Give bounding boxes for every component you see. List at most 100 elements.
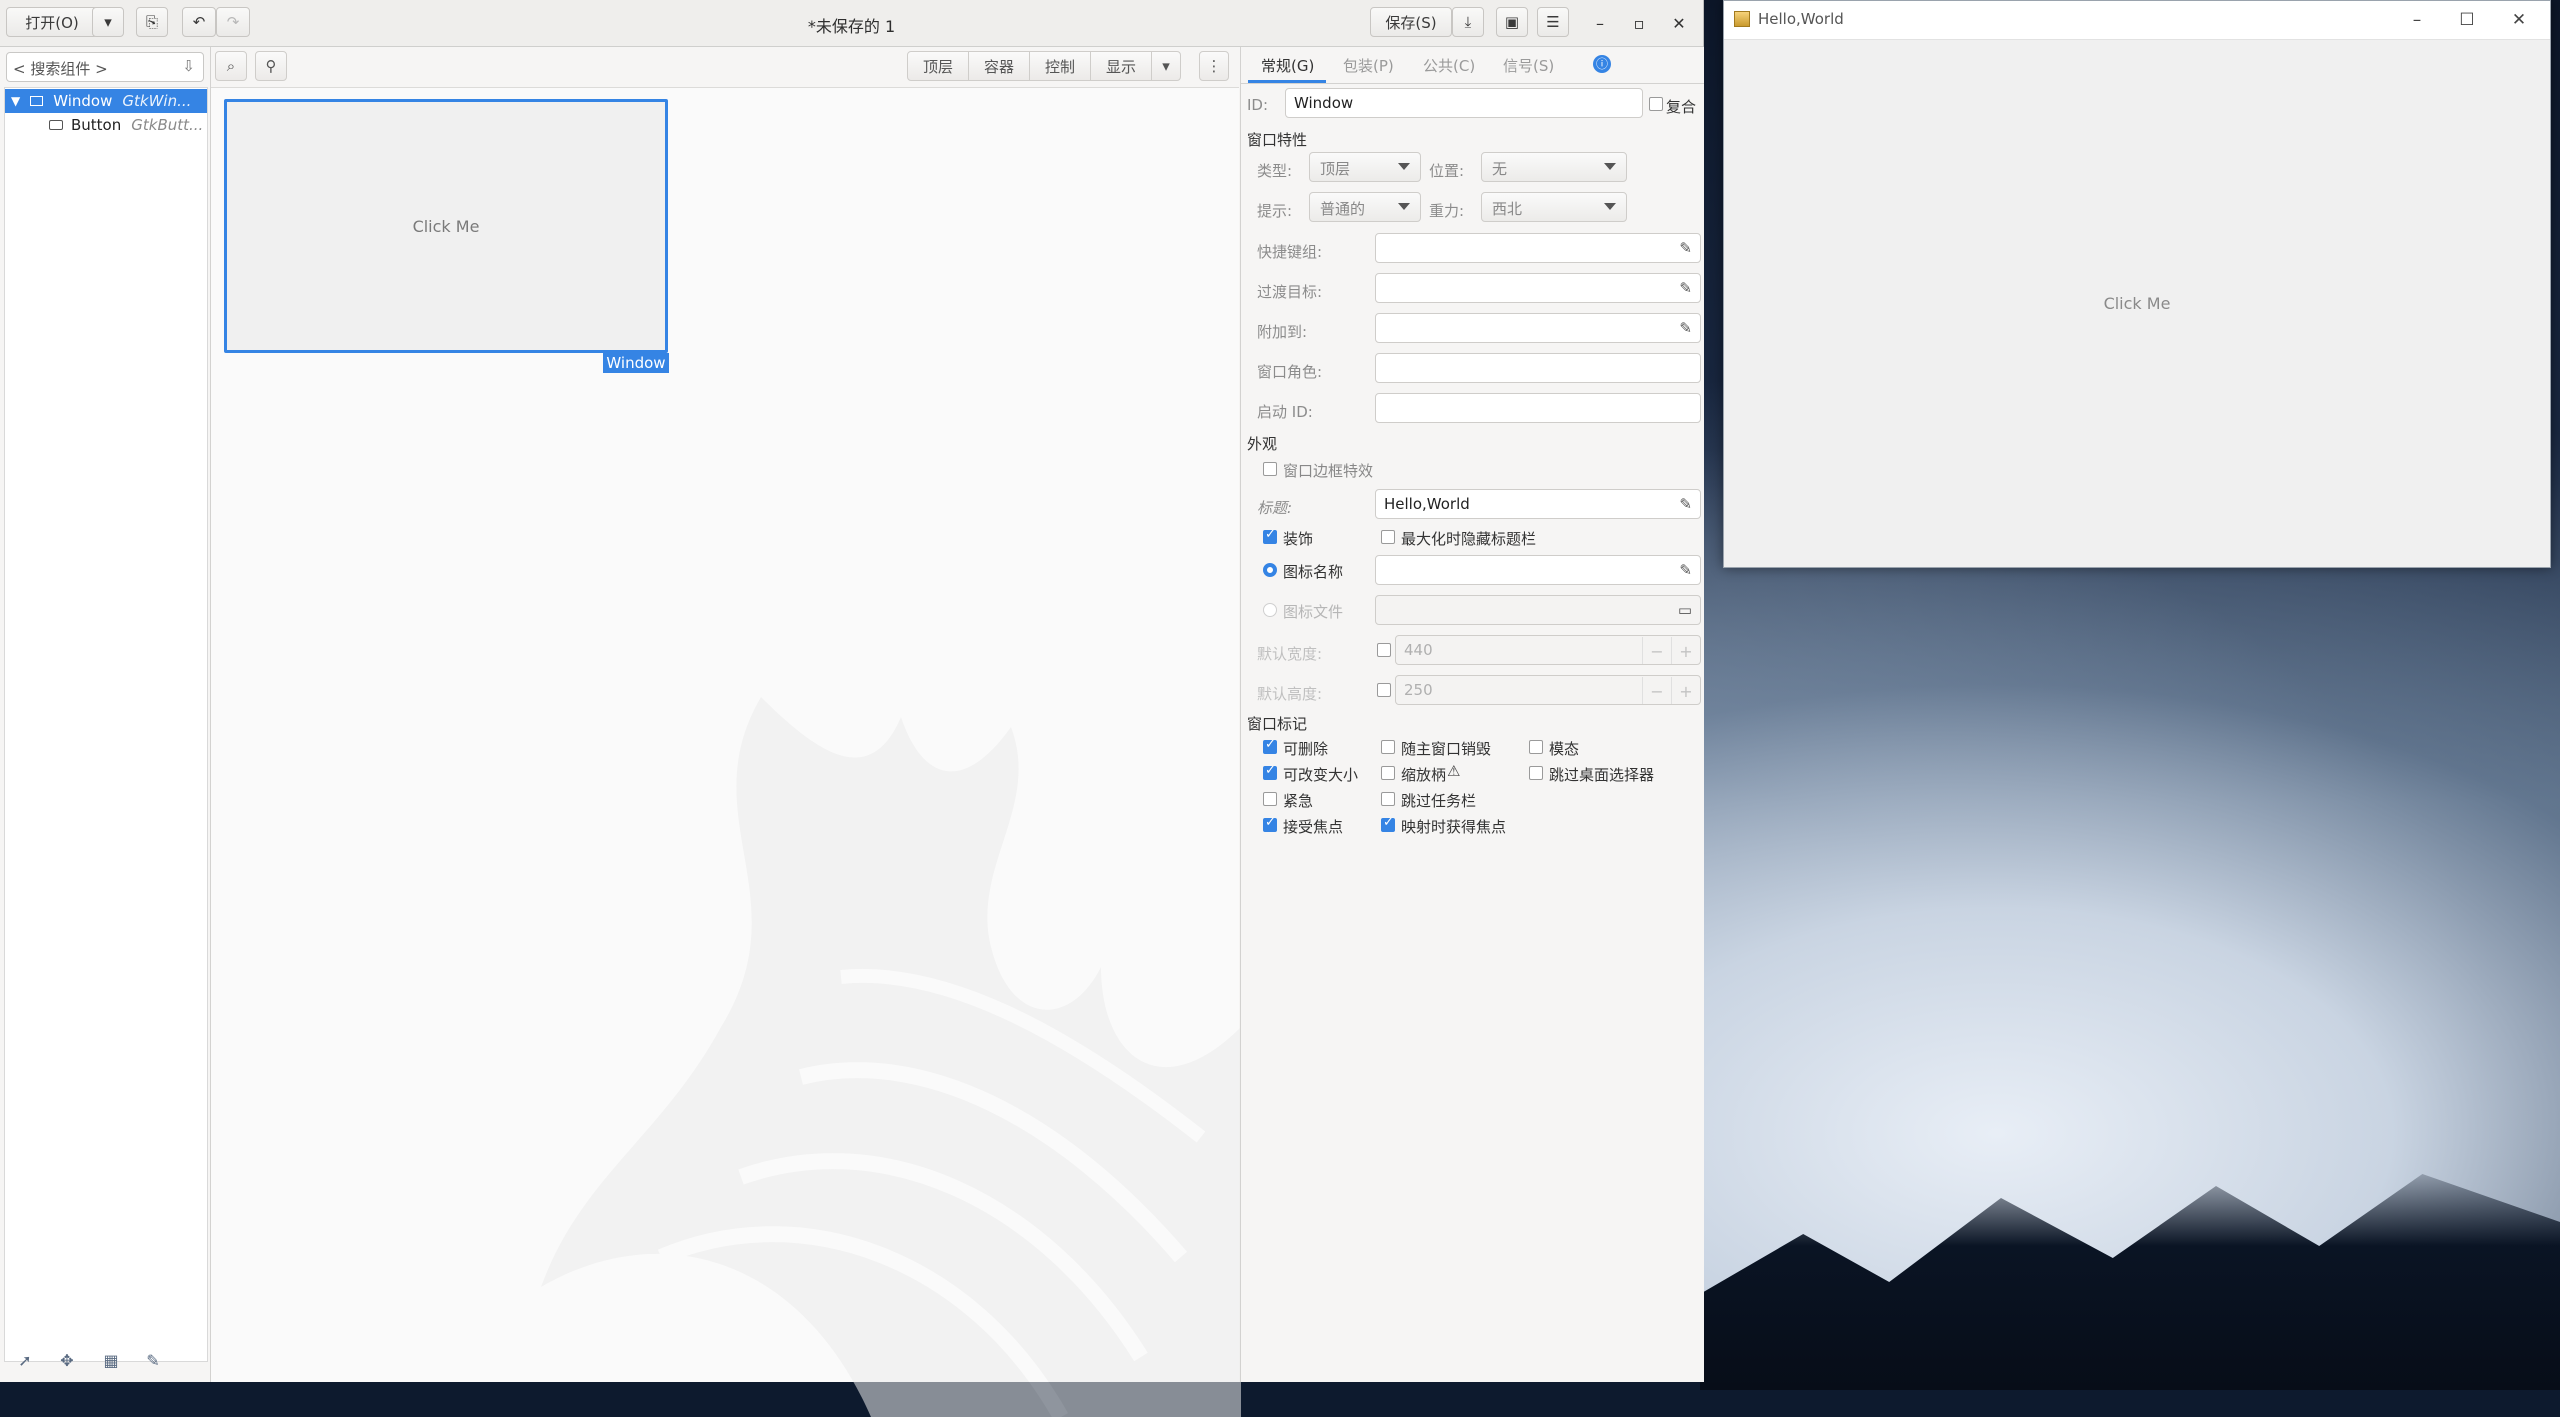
icon-file-label: 图标文件 [1283, 603, 1344, 621]
type-combo[interactable]: 顶层 [1309, 152, 1421, 182]
urgent-label: 紧急 [1283, 792, 1314, 810]
decorated-checkbox[interactable] [1263, 527, 1277, 544]
default-width-label: 默认宽度: [1257, 645, 1323, 663]
palette-containers[interactable]: 容器 [968, 51, 1030, 81]
maximize-button[interactable]: ☐ [2452, 7, 2482, 33]
title-field[interactable]: Hello,World ✎ [1375, 489, 1701, 519]
align-edit-icon[interactable]: ▦ [100, 1349, 122, 1371]
close-button[interactable]: ✕ [2504, 7, 2534, 33]
palette-more-dropdown[interactable]: ▾ [1151, 51, 1181, 81]
default-height-spin[interactable]: 250 − + [1395, 675, 1701, 705]
save-label: 保存(S) [1385, 13, 1437, 32]
resizable-checkbox[interactable] [1263, 763, 1277, 780]
default-height-checkbox[interactable] [1377, 683, 1391, 697]
tab-general[interactable]: 常规(G) [1261, 55, 1314, 76]
main-menu-button[interactable]: ☰ [1537, 7, 1569, 37]
title-value: Hello,World [1384, 495, 1470, 513]
composite-checkbox[interactable] [1649, 97, 1663, 111]
focus-on-map-checkbox[interactable] [1381, 815, 1395, 832]
decorated-label: 装饰 [1283, 530, 1314, 548]
transient-field[interactable]: ✎ [1375, 273, 1701, 303]
deletable-checkbox[interactable] [1263, 737, 1277, 754]
default-width-spin[interactable]: 440 − + [1395, 635, 1701, 665]
accept-focus-checkbox[interactable] [1263, 815, 1277, 832]
skip-taskbar-label: 跳过任务栏 [1401, 792, 1477, 810]
tab-signals[interactable]: 信号(S) [1503, 55, 1554, 76]
minimize-button[interactable]: – [2402, 7, 2432, 33]
close-button[interactable]: ✕ [1666, 10, 1692, 36]
maximize-button[interactable]: ▫ [1626, 10, 1652, 36]
id-field[interactable]: Window [1285, 88, 1643, 118]
inspect-button[interactable]: ⚲ [255, 51, 287, 81]
hello-window-title: Hello,World [1758, 10, 1844, 28]
chevron-down-icon: ▾ [1162, 57, 1170, 75]
skip-pager-checkbox[interactable] [1529, 766, 1543, 780]
section-window-flags: 窗口标记 [1247, 715, 1308, 733]
icon-name-field[interactable]: ✎ [1375, 555, 1701, 585]
download-arrow-icon[interactable]: ⇩ [182, 57, 195, 75]
accessibility-icon[interactable]: ⓘ [1593, 55, 1611, 73]
folder-icon[interactable]: ▭ [1678, 601, 1692, 619]
click-me-button[interactable]: Click Me [1724, 39, 2550, 567]
border-effect-checkbox[interactable] [1263, 462, 1277, 476]
default-width-checkbox[interactable] [1377, 643, 1391, 657]
search-icon: ⌕ [226, 57, 236, 75]
pencil-icon[interactable]: ✎ [1679, 495, 1692, 513]
save-button[interactable]: 保存(S) [1370, 7, 1452, 37]
skip-taskbar-checkbox[interactable] [1381, 792, 1395, 806]
hint-combo[interactable]: 普通的 [1309, 192, 1421, 222]
widget-search-input[interactable]: < 搜索组件 > ⇩ [6, 52, 204, 82]
minus-icon[interactable]: − [1642, 637, 1671, 664]
canvas-window-preview[interactable]: Click Me [224, 99, 668, 353]
palette-control[interactable]: 控制 [1029, 51, 1091, 81]
icon-file-radio[interactable] [1263, 603, 1277, 617]
minimize-button[interactable]: – [1587, 10, 1613, 36]
tab-common[interactable]: 公共(C) [1423, 55, 1475, 76]
hello-titlebar[interactable]: Hello,World – ☐ ✕ [1724, 1, 2550, 40]
gravity-combo[interactable]: 西北 [1481, 192, 1627, 222]
palette-display[interactable]: 显示 [1090, 51, 1152, 81]
minus-icon[interactable]: − [1642, 677, 1671, 704]
tree-item-class: GtkButt... [131, 116, 204, 134]
role-field[interactable] [1375, 353, 1701, 383]
canvas-window-tag: Window [603, 353, 669, 373]
attached-field[interactable]: ✎ [1375, 313, 1701, 343]
tab-packing[interactable]: 包装(P) [1343, 55, 1394, 76]
modal-checkbox[interactable] [1529, 740, 1543, 754]
plus-icon[interactable]: + [1671, 637, 1700, 664]
pencil-icon[interactable]: ✎ [1679, 279, 1692, 297]
pencil-icon[interactable]: ✎ [1679, 239, 1692, 257]
urgent-checkbox[interactable] [1263, 792, 1277, 806]
search-widget-button[interactable]: ⌕ [215, 51, 247, 81]
modal-label: 模态 [1549, 740, 1580, 758]
palette-overflow-button[interactable]: ⋮ [1199, 51, 1229, 81]
pencil-icon[interactable]: ✎ [1679, 561, 1692, 579]
type-value: 顶层 [1320, 160, 1351, 178]
plus-icon[interactable]: + [1671, 677, 1700, 704]
icon-name-radio[interactable] [1263, 563, 1277, 577]
save-as-button[interactable]: ⤓ [1452, 7, 1484, 37]
tree-row-button[interactable]: Button GtkButt... [5, 113, 207, 137]
margin-edit-icon[interactable]: ✥ [56, 1349, 78, 1371]
pointer-icon[interactable]: ➚ [14, 1349, 36, 1371]
accel-group-field[interactable]: ✎ [1375, 233, 1701, 263]
pencil-icon[interactable]: ✎ [1679, 319, 1692, 337]
gravity-label: 重力: [1429, 202, 1465, 220]
resize-grip-checkbox[interactable] [1381, 766, 1395, 780]
destroy-with-parent-checkbox[interactable] [1381, 740, 1395, 754]
palette-toplevel[interactable]: 顶层 [907, 51, 969, 81]
preview-button[interactable]: ▣ [1496, 7, 1528, 37]
default-width-value: 440 [1404, 641, 1433, 659]
tree-row-window[interactable]: ▼ Window GtkWin... [5, 89, 207, 113]
tree-item-class: GtkWin... [122, 92, 192, 110]
icon-file-field[interactable]: ▭ [1375, 595, 1701, 625]
position-combo[interactable]: 无 [1481, 152, 1627, 182]
default-height-value: 250 [1404, 681, 1433, 699]
drag-resize-icon[interactable]: ✎ [142, 1349, 164, 1371]
startup-id-field[interactable] [1375, 393, 1701, 423]
role-label: 窗口角色: [1257, 363, 1323, 381]
hide-titlebar-checkbox[interactable] [1381, 530, 1395, 544]
expander-icon[interactable]: ▼ [11, 94, 20, 108]
icon-name-label: 图标名称 [1283, 563, 1344, 581]
canvas-button[interactable]: Click Me [227, 102, 665, 350]
